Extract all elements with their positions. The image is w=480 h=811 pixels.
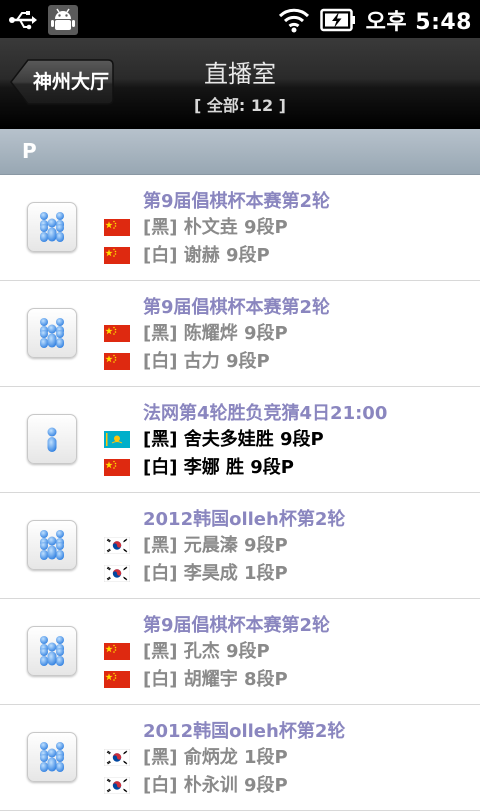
black-player-text: [黑] 俞炳龙 1段P: [143, 747, 288, 768]
match-title: 2012韩国olleh杯第2轮: [143, 509, 346, 530]
black-player-text: [黑] 朴文垚 9段P: [143, 217, 288, 238]
group-icon: [27, 308, 77, 358]
game-list-item-2[interactable]: 第9届倡棋杯本赛第2轮 [黑] 陈耀烨 9段P [白] 古力 9段P: [0, 281, 480, 387]
korea-flag-icon: [103, 748, 131, 767]
wifi-icon: [278, 6, 310, 34]
section-header: P: [0, 129, 480, 175]
game-list-item-3[interactable]: 法网第4轮胜负竞猜4日21:00 [黑] 舍夫多娃胜 9段P [白] 李娜 胜 …: [0, 387, 480, 493]
android-debug-icon: [48, 5, 78, 35]
match-title: 法网第4轮胜负竞猜4日21:00: [143, 403, 388, 424]
kazakhstan-flag-icon: [104, 431, 130, 448]
page-title: 直播室: [204, 60, 276, 88]
title-bar: 神州大厅 直播室 [ 全部: 12 ]: [0, 38, 480, 129]
china-flag-icon: [104, 671, 130, 688]
match-title: 第9届倡棋杯本赛第2轮: [143, 615, 331, 636]
black-player-text: [黑] 舍夫多娃胜 9段P: [143, 429, 324, 450]
game-list-item-6[interactable]: 2012韩国olleh杯第2轮 [黑] 俞炳龙 1段P [白] 朴永训 9段P: [0, 705, 480, 811]
china-flag-icon: [104, 325, 130, 342]
game-list: 第9届倡棋杯本赛第2轮 [黑] 朴文垚 9段P [白] 谢赫 9段P 第9届倡棋…: [0, 175, 480, 811]
group-icon: [27, 626, 77, 676]
group-icon: [27, 732, 77, 782]
black-player-text: [黑] 元晨溱 9段P: [143, 535, 288, 556]
china-flag-icon: [104, 459, 130, 476]
battery-charging-icon: [319, 7, 356, 33]
match-title: 第9届倡棋杯本赛第2轮: [143, 191, 331, 212]
black-player-text: [黑] 孔杰 9段P: [143, 641, 270, 662]
korea-flag-icon: [103, 776, 131, 795]
match-title: 第9届倡棋杯本赛第2轮: [143, 297, 331, 318]
china-flag-icon: [104, 247, 130, 264]
white-player-text: [白] 朴永训 9段P: [143, 775, 288, 796]
game-list-item-5[interactable]: 第9届倡棋杯本赛第2轮 [黑] 孔杰 9段P [白] 胡耀宇 8段P: [0, 599, 480, 705]
korea-flag-icon: [103, 536, 131, 555]
section-label: P: [22, 139, 37, 163]
korea-flag-icon: [103, 564, 131, 583]
group-icon: [27, 202, 77, 252]
game-list-item-4[interactable]: 2012韩国olleh杯第2轮 [黑] 元晨溱 9段P [白] 李昊成 1段P: [0, 493, 480, 599]
white-player-text: [白] 李昊成 1段P: [143, 563, 288, 584]
status-time: 오후 5:48: [365, 10, 472, 35]
white-player-text: [白] 古力 9段P: [143, 351, 270, 372]
china-flag-icon: [104, 219, 130, 236]
group-icon: [27, 520, 77, 570]
black-player-text: [黑] 陈耀烨 9段P: [143, 323, 288, 344]
back-button-label: 神州大厅: [32, 71, 109, 93]
single-person-icon: [27, 414, 77, 464]
china-flag-icon: [104, 353, 130, 370]
page-subtitle: [ 全部: 12 ]: [193, 96, 286, 115]
china-flag-icon: [104, 643, 130, 660]
game-list-item-1[interactable]: 第9届倡棋杯本赛第2轮 [黑] 朴文垚 9段P [白] 谢赫 9段P: [0, 175, 480, 281]
back-button[interactable]: 神州大厅: [10, 58, 114, 106]
match-title: 2012韩国olleh杯第2轮: [143, 721, 346, 742]
white-player-text: [白] 李娜 胜 9段P: [143, 457, 294, 478]
white-player-text: [白] 胡耀宇 8段P: [143, 669, 288, 690]
usb-icon: [8, 9, 38, 31]
status-bar: 오후 5:48: [0, 0, 480, 38]
white-player-text: [白] 谢赫 9段P: [143, 245, 270, 266]
